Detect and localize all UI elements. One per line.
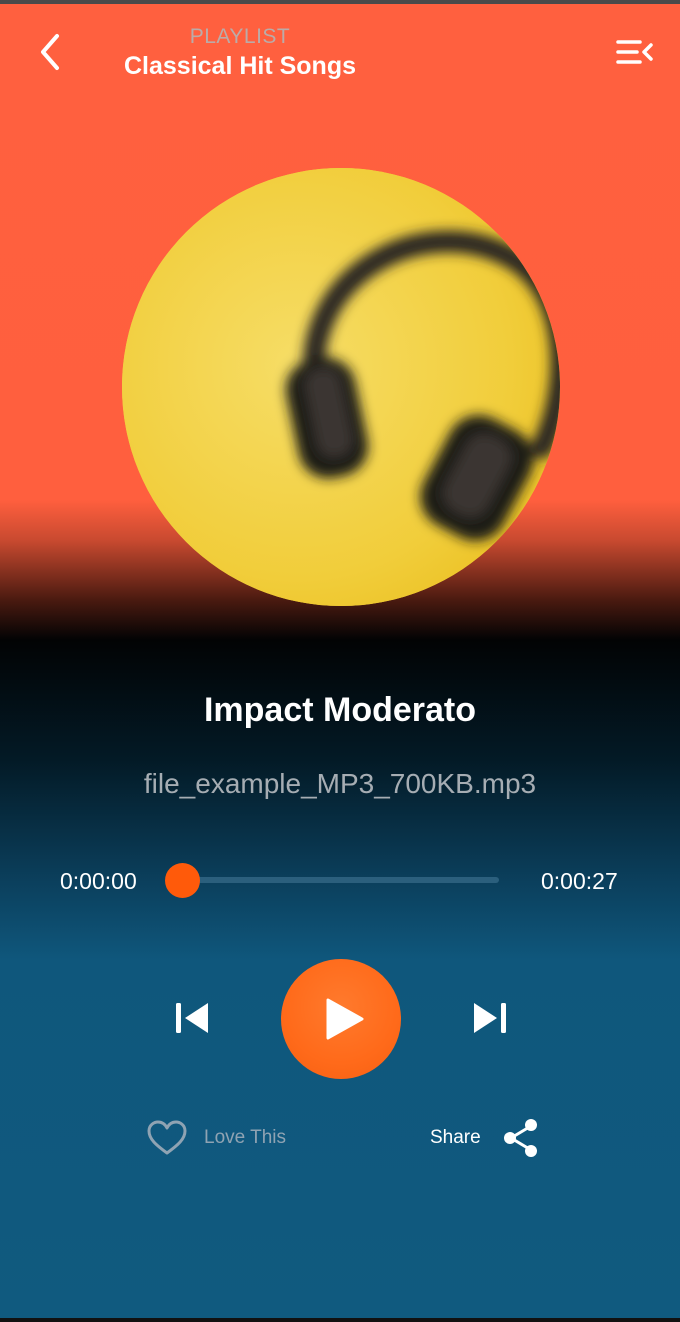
love-this-label: Love This xyxy=(204,1127,287,1148)
back-button[interactable] xyxy=(28,30,72,74)
play-button[interactable] xyxy=(281,959,401,1079)
headphones-artwork xyxy=(122,168,560,606)
progress-thumb[interactable] xyxy=(165,863,200,898)
total-time: 0:00:27 xyxy=(541,868,618,894)
skip-next-icon xyxy=(474,1003,506,1033)
album-art xyxy=(122,168,560,606)
progress-bar[interactable] xyxy=(182,877,499,883)
heart-outline-icon xyxy=(147,1120,187,1155)
track-file-name: file_example_MP3_700KB.mp3 xyxy=(143,768,537,799)
previous-track-button[interactable] xyxy=(168,996,216,1040)
queue-list-icon xyxy=(616,40,653,64)
queue-button[interactable] xyxy=(610,30,660,74)
share-icon xyxy=(503,1119,537,1157)
share-button[interactable]: Share xyxy=(430,1114,541,1162)
play-icon xyxy=(326,998,364,1040)
section-label: PLAYLIST xyxy=(189,25,291,48)
header-titles: PLAYLIST Classical Hit Songs xyxy=(90,24,390,82)
track-title: Impact Moderato xyxy=(203,691,477,729)
love-this-button[interactable]: Love This xyxy=(146,1114,286,1162)
chevron-left-icon xyxy=(41,34,59,70)
app-header: PLAYLIST Classical Hit Songs xyxy=(0,0,680,100)
bottom-edge xyxy=(0,1318,680,1322)
next-track-button[interactable] xyxy=(466,996,514,1040)
share-label: Share xyxy=(430,1127,481,1148)
playlist-title: Classical Hit Songs xyxy=(123,52,357,80)
current-time: 0:00:00 xyxy=(60,868,137,894)
skip-previous-icon xyxy=(176,1003,208,1033)
